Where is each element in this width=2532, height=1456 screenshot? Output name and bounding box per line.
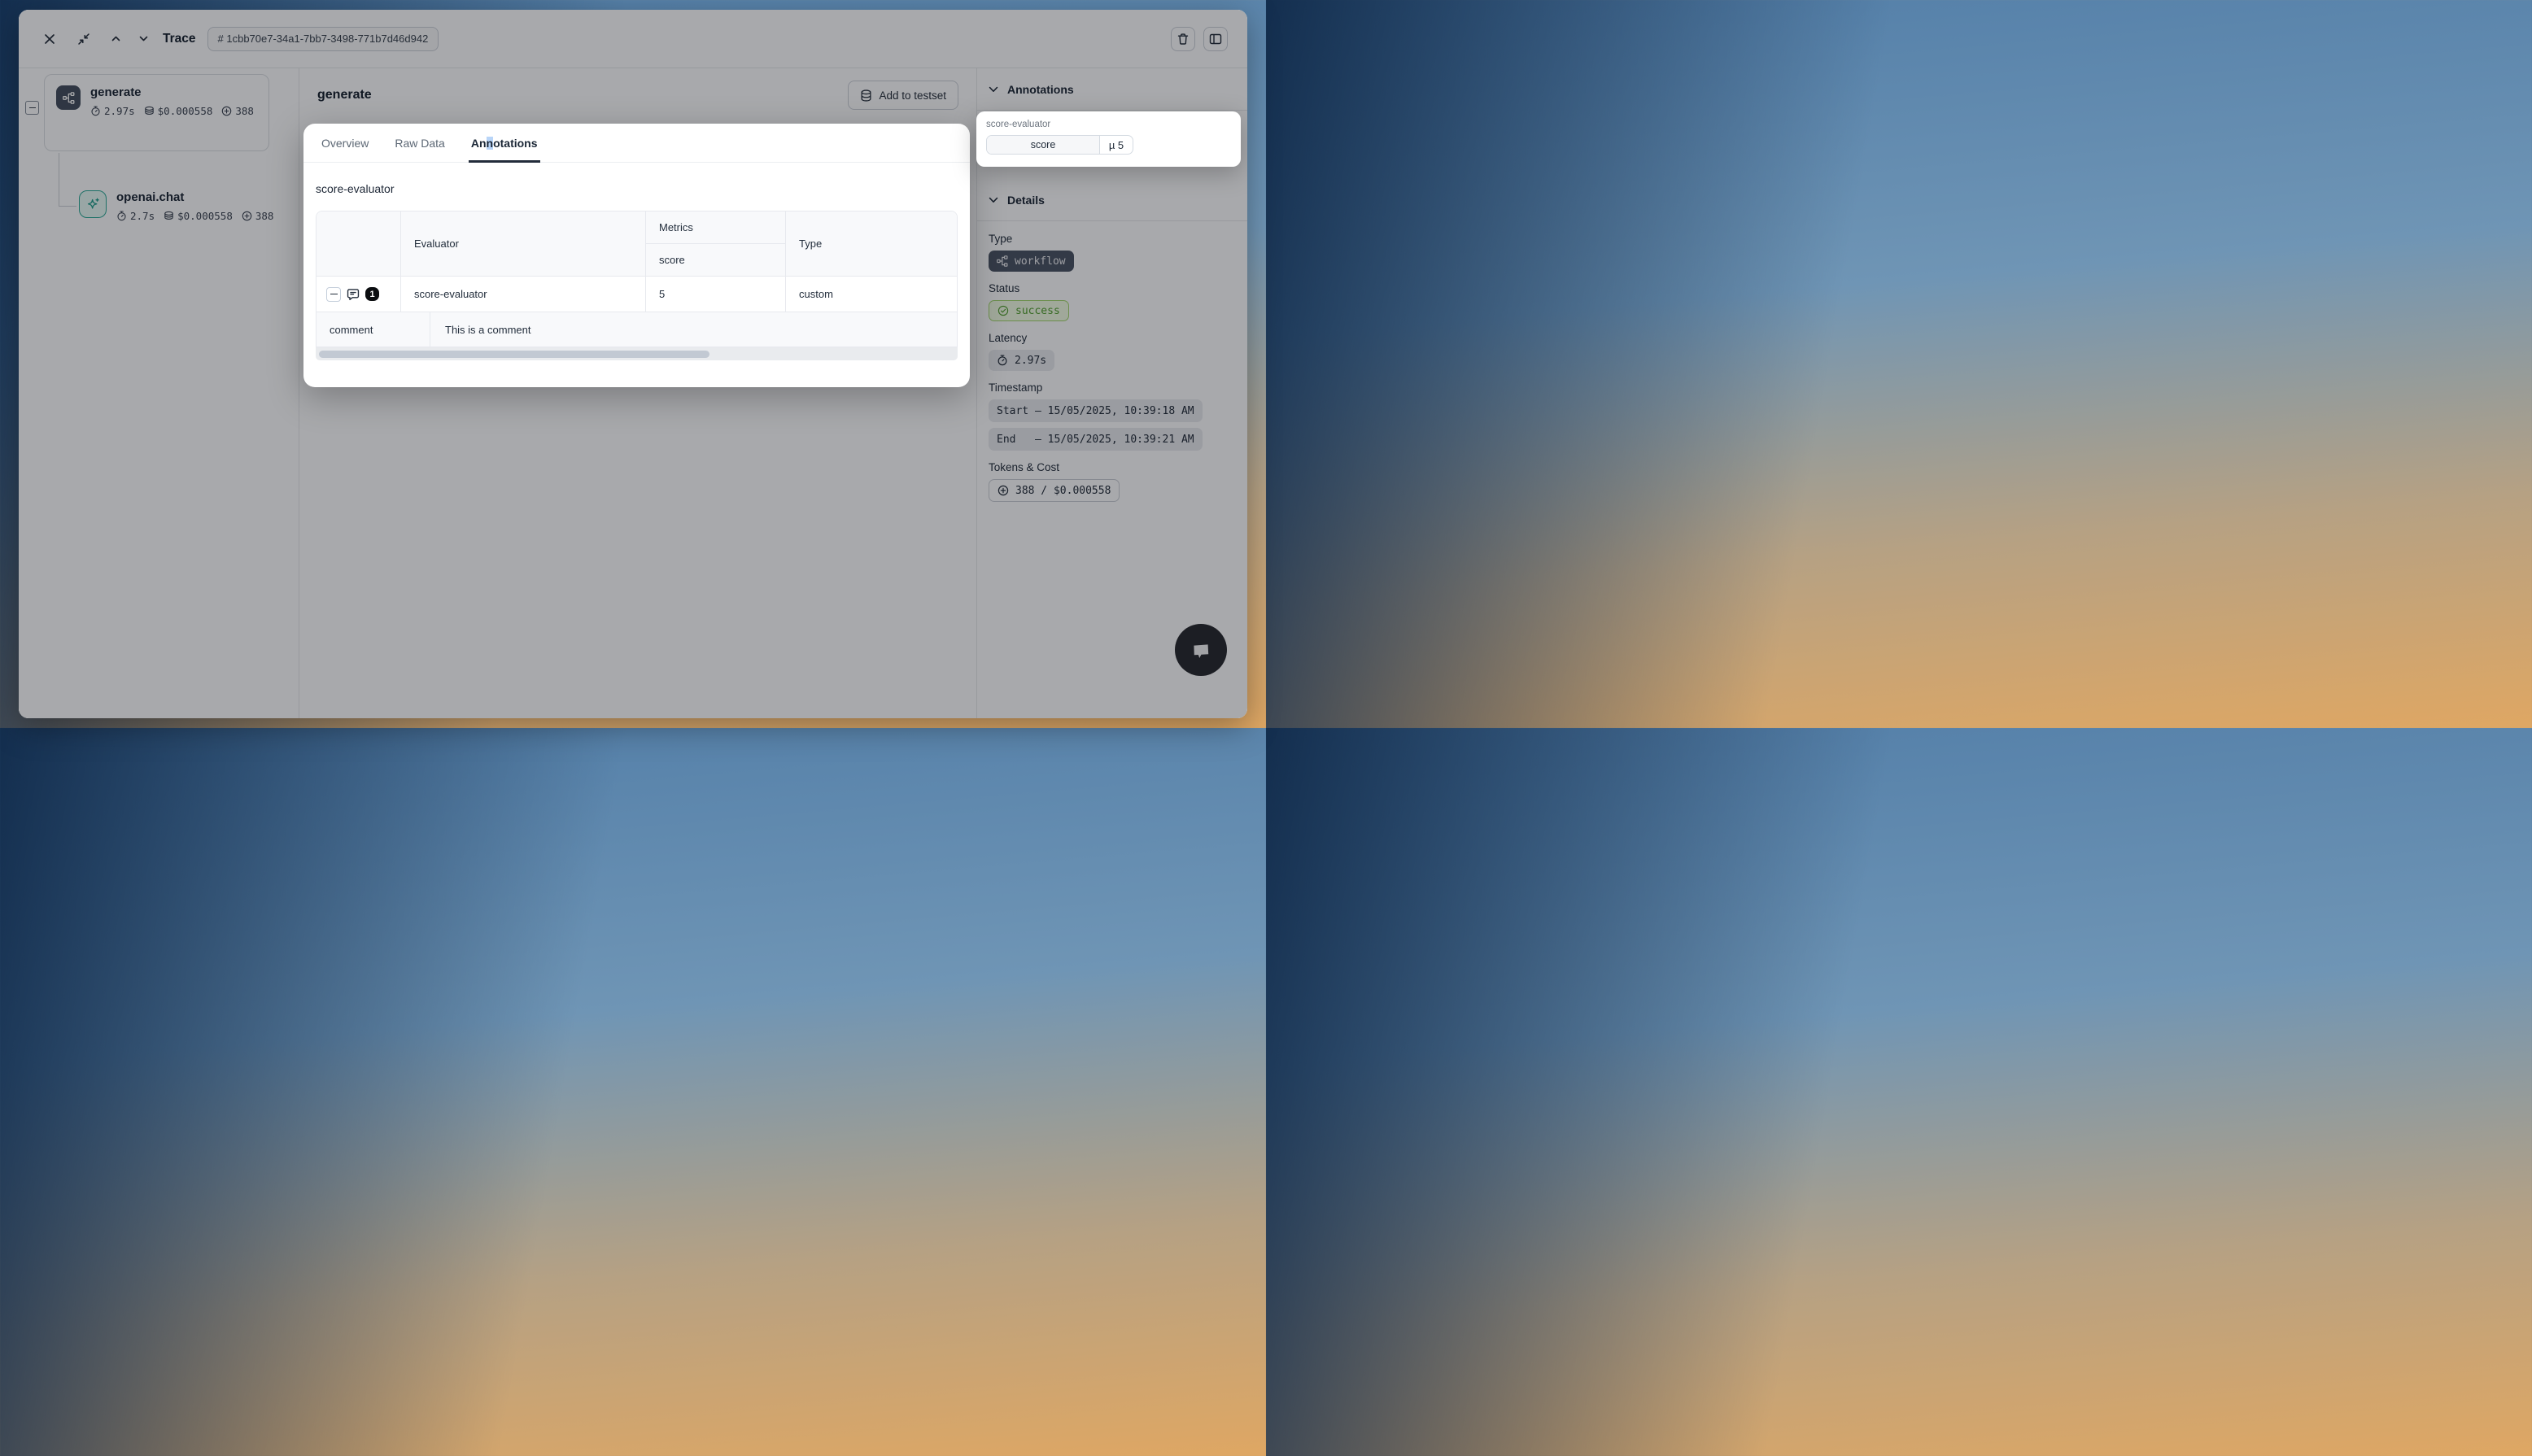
header-cell-metrics: Metrics score: [646, 211, 786, 276]
comment-row: comment This is a comment: [316, 312, 958, 347]
score-metric-pill[interactable]: score µ 5: [986, 135, 1133, 155]
annotations-table: Evaluator Metrics score Type 1: [316, 211, 958, 347]
cell-score: 5: [646, 277, 786, 312]
tab-overview[interactable]: Overview: [321, 124, 369, 162]
horizontal-scrollbar[interactable]: [316, 347, 958, 360]
scrollbar-thumb[interactable]: [319, 351, 709, 358]
cell-evaluator: score-evaluator: [401, 277, 646, 312]
trace-sheet: Trace # 1cbb70e7-34a1-7bb7-3498-771b7d46…: [19, 10, 1247, 718]
tab-annotations[interactable]: Annotations: [471, 124, 538, 162]
annotation-score-card[interactable]: score-evaluator score µ 5: [976, 111, 1241, 167]
comment-count-badge: 1: [365, 287, 379, 301]
table-row[interactable]: 1 score-evaluator 5 custom: [316, 276, 958, 312]
header-cell-evaluator: Evaluator: [401, 211, 646, 276]
text-selection-highlight: n: [487, 137, 494, 150]
header-cell-metric-score: score: [646, 244, 785, 276]
cell-type: custom: [786, 277, 958, 312]
comment-key: comment: [316, 312, 430, 347]
header-cell-type: Type: [786, 211, 958, 276]
comment-value: This is a comment: [430, 312, 958, 347]
evaluator-heading: score-evaluator: [316, 182, 970, 195]
annotations-tab-panel: Overview Raw Data Annotations score-eval…: [303, 124, 970, 387]
header-cell-actions: [316, 211, 401, 276]
annotation-evaluator-label: score-evaluator: [986, 120, 1231, 129]
tab-raw-data[interactable]: Raw Data: [395, 124, 444, 162]
row-checkbox-indeterminate[interactable]: [326, 287, 341, 302]
metric-mean-value: µ 5: [1100, 136, 1133, 154]
comment-icon[interactable]: [346, 287, 360, 302]
table-header-row: Evaluator Metrics score Type: [316, 211, 958, 276]
metric-name: score: [987, 136, 1100, 154]
span-tabs: Overview Raw Data Annotations: [303, 124, 970, 163]
